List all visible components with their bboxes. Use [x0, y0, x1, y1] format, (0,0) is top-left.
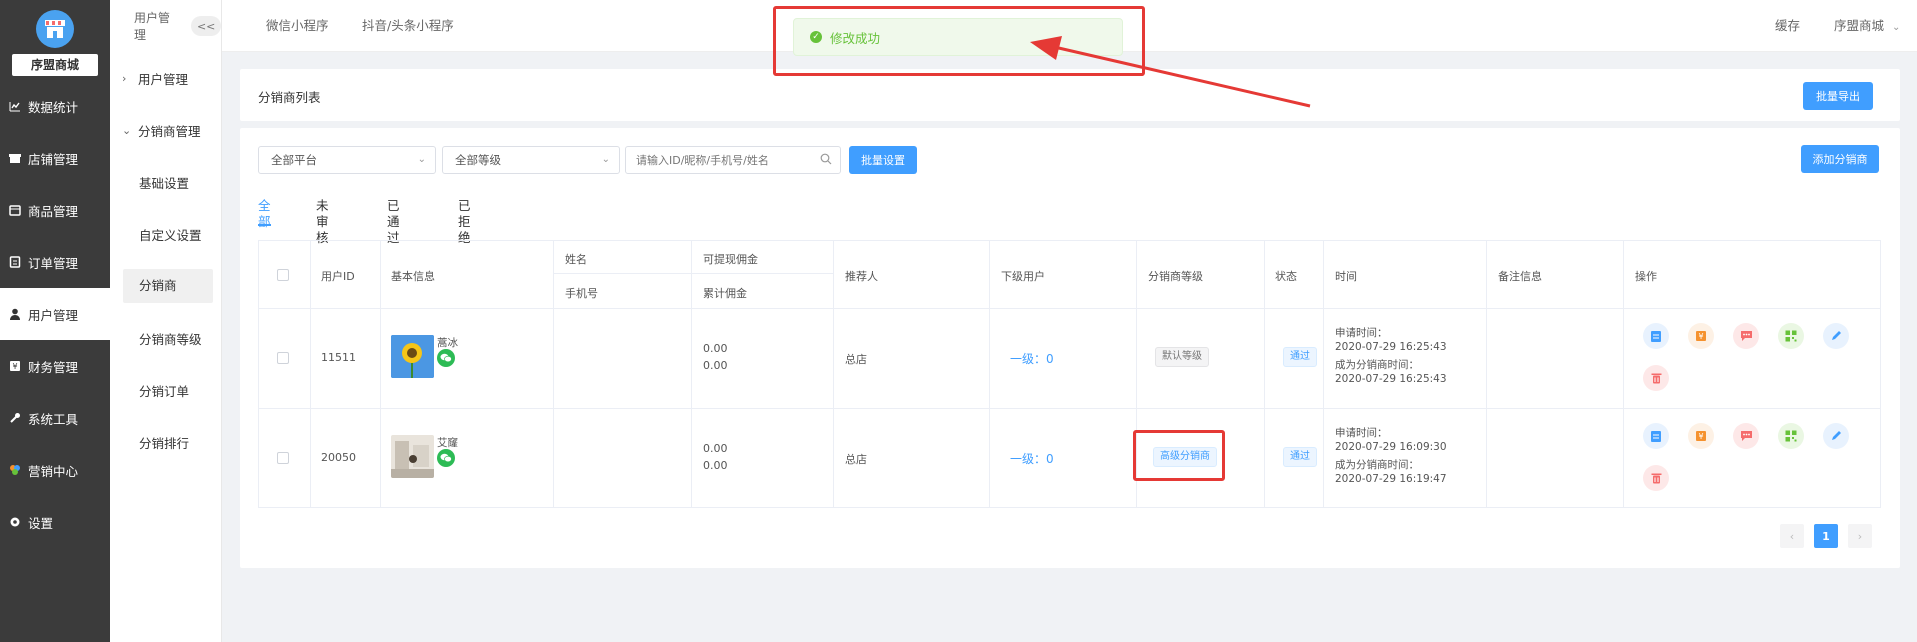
annotation-arrow [1030, 36, 1311, 108]
